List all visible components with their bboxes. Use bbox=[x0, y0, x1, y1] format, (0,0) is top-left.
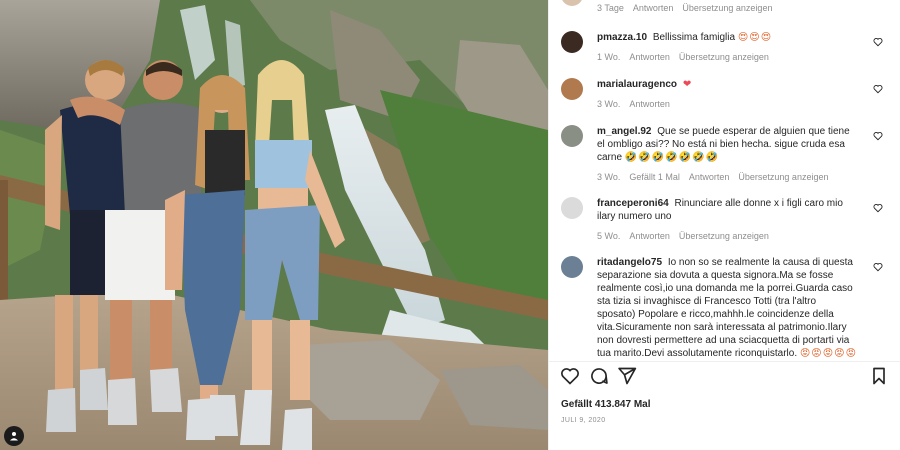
likes-count-link[interactable]: Gefällt 1 Mal bbox=[629, 171, 680, 184]
previous-comment-avatar[interactable] bbox=[561, 0, 583, 6]
action-bar bbox=[549, 366, 900, 390]
comment-item: franceperoni64 Rinunciare alle donne x i… bbox=[561, 197, 891, 243]
heart-outline-icon[interactable] bbox=[873, 37, 883, 47]
comment-emoji: 😍😍😍 bbox=[737, 32, 773, 43]
comment-time: 3 Wo. bbox=[597, 99, 621, 109]
previous-comment-meta: 3 Tage Antworten Übersetzung anzeigen bbox=[597, 3, 772, 13]
heart-outline-icon[interactable] bbox=[873, 131, 883, 141]
reply-link[interactable]: Antworten bbox=[629, 230, 670, 243]
comment-emoji: ❤ bbox=[682, 79, 692, 90]
comment-meta: 3 Wo. Antworten bbox=[597, 98, 857, 111]
comment-item: ritadangelo75 Io non so se realmente la … bbox=[561, 256, 891, 360]
comment-time: 3 Wo. bbox=[597, 172, 621, 182]
user-tag-icon[interactable] bbox=[4, 426, 24, 446]
avatar-placeholder[interactable] bbox=[561, 197, 583, 219]
heart-outline-icon[interactable] bbox=[873, 84, 883, 94]
translate-link[interactable]: Übersetzung anzeigen bbox=[738, 171, 828, 184]
comment-text: Io non so se realmente la causa di quest… bbox=[597, 257, 853, 359]
comment-time: 3 Tage bbox=[597, 3, 624, 13]
comment-icon[interactable] bbox=[589, 366, 609, 386]
heart-outline-icon[interactable] bbox=[873, 262, 883, 272]
comment-time: 1 Wo. bbox=[597, 52, 621, 62]
bookmark-icon[interactable] bbox=[869, 366, 889, 386]
comments-list[interactable]: 3 Tage Antworten Übersetzung anzeigen pm… bbox=[549, 0, 900, 362]
avatar[interactable] bbox=[561, 31, 583, 53]
comments-panel: 3 Tage Antworten Übersetzung anzeigen pm… bbox=[548, 0, 900, 450]
reply-link[interactable]: Antworten bbox=[629, 98, 670, 111]
instagram-post: 3 Tage Antworten Übersetzung anzeigen pm… bbox=[0, 0, 900, 450]
avatar[interactable] bbox=[561, 125, 583, 147]
divider bbox=[549, 361, 900, 362]
comment-time: 5 Wo. bbox=[597, 231, 621, 241]
comment-emoji: 🤣🤣🤣🤣🤣🤣🤣 bbox=[624, 152, 719, 163]
comment-emoji: 😡😡😡😡😡 bbox=[799, 348, 857, 359]
post-date[interactable]: JULI 9, 2020 bbox=[561, 417, 606, 424]
comment-meta: 1 Wo. Antworten Übersetzung anzeigen bbox=[597, 51, 857, 64]
translate-link[interactable]: Übersetzung anzeigen bbox=[682, 3, 772, 13]
heart-outline-icon[interactable] bbox=[560, 366, 580, 386]
translate-link[interactable]: Übersetzung anzeigen bbox=[679, 230, 769, 243]
avatar[interactable] bbox=[561, 78, 583, 100]
comment-item: m_angel.92 Que se puede esperar de algui… bbox=[561, 125, 891, 184]
likes-count[interactable]: Gefällt 413.847 Mal bbox=[561, 399, 651, 410]
post-photo[interactable] bbox=[0, 0, 548, 450]
heart-outline-icon[interactable] bbox=[873, 203, 883, 213]
comment-username[interactable]: marialauragenco bbox=[597, 79, 677, 90]
comment-username[interactable]: franceperoni64 bbox=[597, 198, 669, 209]
comment-item: pmazza.10 Bellissima famiglia 😍😍😍 1 Wo. … bbox=[561, 31, 891, 64]
reply-link[interactable]: Antworten bbox=[629, 51, 670, 64]
comment-text: Bellissima famiglia bbox=[652, 32, 736, 43]
comment-meta: 3 Wo. Gefällt 1 Mal Antworten Übersetzun… bbox=[597, 171, 857, 184]
comment-meta: 5 Wo. Antworten Übersetzung anzeigen bbox=[597, 230, 857, 243]
reply-link[interactable]: Antworten bbox=[689, 171, 730, 184]
avatar[interactable] bbox=[561, 256, 583, 278]
comment-username[interactable]: pmazza.10 bbox=[597, 32, 647, 43]
paper-plane-icon[interactable] bbox=[617, 366, 637, 386]
reply-link[interactable]: Antworten bbox=[633, 3, 674, 13]
family-waterfall-photo bbox=[0, 0, 548, 450]
comment-username[interactable]: m_angel.92 bbox=[597, 126, 651, 137]
comment-item: marialauragenco ❤ 3 Wo. Antworten bbox=[561, 78, 891, 111]
translate-link[interactable]: Übersetzung anzeigen bbox=[679, 51, 769, 64]
comment-username[interactable]: ritadangelo75 bbox=[597, 257, 662, 268]
